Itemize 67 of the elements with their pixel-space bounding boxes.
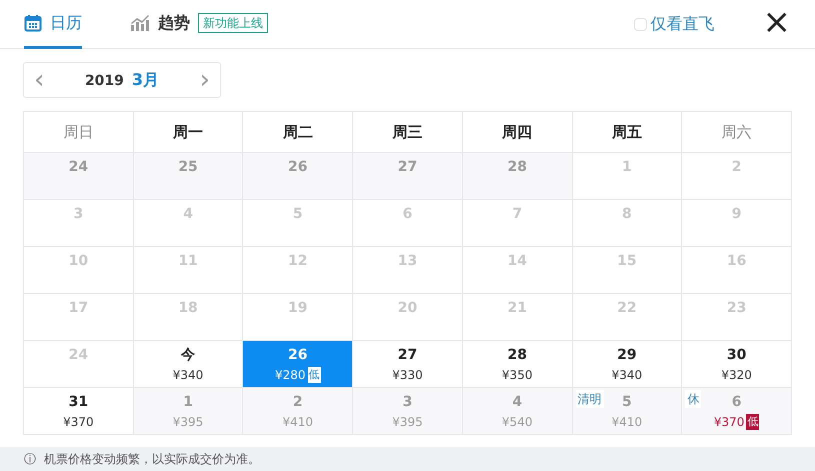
- day-cell[interactable]: 28 ¥350: [462, 341, 573, 388]
- new-feature-tag: 新功能上线: [198, 13, 268, 33]
- tab[interactable]: 日历: [24, 0, 82, 49]
- month-label: 3月: [132, 69, 160, 91]
- holiday-tag: 清明: [576, 390, 604, 408]
- info-icon: ⓘ: [24, 450, 36, 468]
- day-number: 26: [288, 346, 308, 365]
- day-number: 4: [512, 393, 522, 412]
- price-label: ¥395: [392, 414, 423, 431]
- prev-month-button[interactable]: ‹: [34, 67, 44, 93]
- day-cell[interactable]: 5 ¥410 清明: [572, 388, 682, 435]
- day-number: 3: [402, 393, 412, 412]
- day-number: 2: [292, 393, 303, 412]
- day-number: 31: [68, 393, 88, 412]
- day-number: 27: [398, 158, 418, 177]
- day-cell[interactable]: 27 ¥330: [353, 341, 463, 388]
- day-cell[interactable]: 4 ¥540: [462, 388, 573, 435]
- day-cell[interactable]: 27: [353, 153, 463, 200]
- day-cell[interactable]: 25: [134, 153, 244, 200]
- next-month-button[interactable]: ›: [200, 67, 210, 93]
- year-label: 2019: [84, 72, 124, 91]
- day-number: 25: [178, 158, 198, 177]
- price-label: ¥280: [275, 367, 306, 384]
- day-cell[interactable]: 24: [24, 153, 134, 200]
- day-cell[interactable]: 29 ¥340: [572, 341, 682, 388]
- day-number: 5: [622, 393, 632, 412]
- day-number: 28: [507, 158, 527, 177]
- day-number: 26: [288, 158, 308, 177]
- day-cell[interactable]: 26: [243, 153, 354, 200]
- price-label: ¥320: [721, 367, 752, 384]
- day-cell[interactable]: 6 ¥370 低 休: [682, 388, 792, 435]
- price-label: ¥340: [612, 367, 642, 384]
- day-cell[interactable]: 今 ¥340: [134, 341, 244, 388]
- price-label: ¥540: [502, 414, 532, 431]
- price-label: ¥410: [612, 414, 642, 431]
- calendar-icon: [24, 14, 42, 32]
- day-number: 24: [68, 158, 88, 177]
- day-cell[interactable]: 31 ¥370: [24, 388, 134, 435]
- close-button[interactable]: ×: [762, 5, 791, 43]
- price-label: ¥370: [63, 414, 94, 431]
- day-number: 6: [732, 393, 742, 412]
- day-number: 28: [507, 346, 527, 365]
- direct-flight-label[interactable]: 仅看直飞: [650, 12, 714, 36]
- bar-chart-icon: [130, 14, 150, 32]
- day-cell[interactable]: 30 ¥320: [682, 341, 792, 388]
- price-label: ¥410: [282, 414, 314, 431]
- low-price-tag: 低: [746, 414, 760, 430]
- price-label: ¥330: [392, 367, 423, 384]
- day-number: 30: [726, 346, 746, 365]
- day-cell[interactable]: 1 ¥395: [134, 388, 244, 435]
- price-label: ¥370: [714, 414, 744, 431]
- checkbox[interactable]: [634, 18, 646, 30]
- day-number: 今: [181, 346, 196, 365]
- holiday-tag: 休: [685, 390, 702, 408]
- price-label: ¥340: [172, 367, 204, 384]
- price-label: ¥395: [172, 414, 204, 431]
- notice-text: 机票价格变动频繁，以实际成交价为准。: [44, 451, 260, 468]
- price-label: ¥350: [502, 367, 532, 384]
- day-cell[interactable]: 26 ¥280 低: [243, 341, 354, 388]
- day-cell[interactable]: 28: [462, 153, 573, 200]
- tab[interactable]: 趋势 新功能上线: [130, 0, 268, 49]
- day-number: 29: [617, 346, 637, 365]
- day-cell[interactable]: 2 ¥410: [243, 388, 354, 435]
- day-number: 1: [183, 393, 193, 412]
- day-number: 27: [398, 346, 418, 365]
- low-price-tag: 低: [308, 366, 321, 384]
- day-cell[interactable]: 3 ¥395: [353, 388, 463, 435]
